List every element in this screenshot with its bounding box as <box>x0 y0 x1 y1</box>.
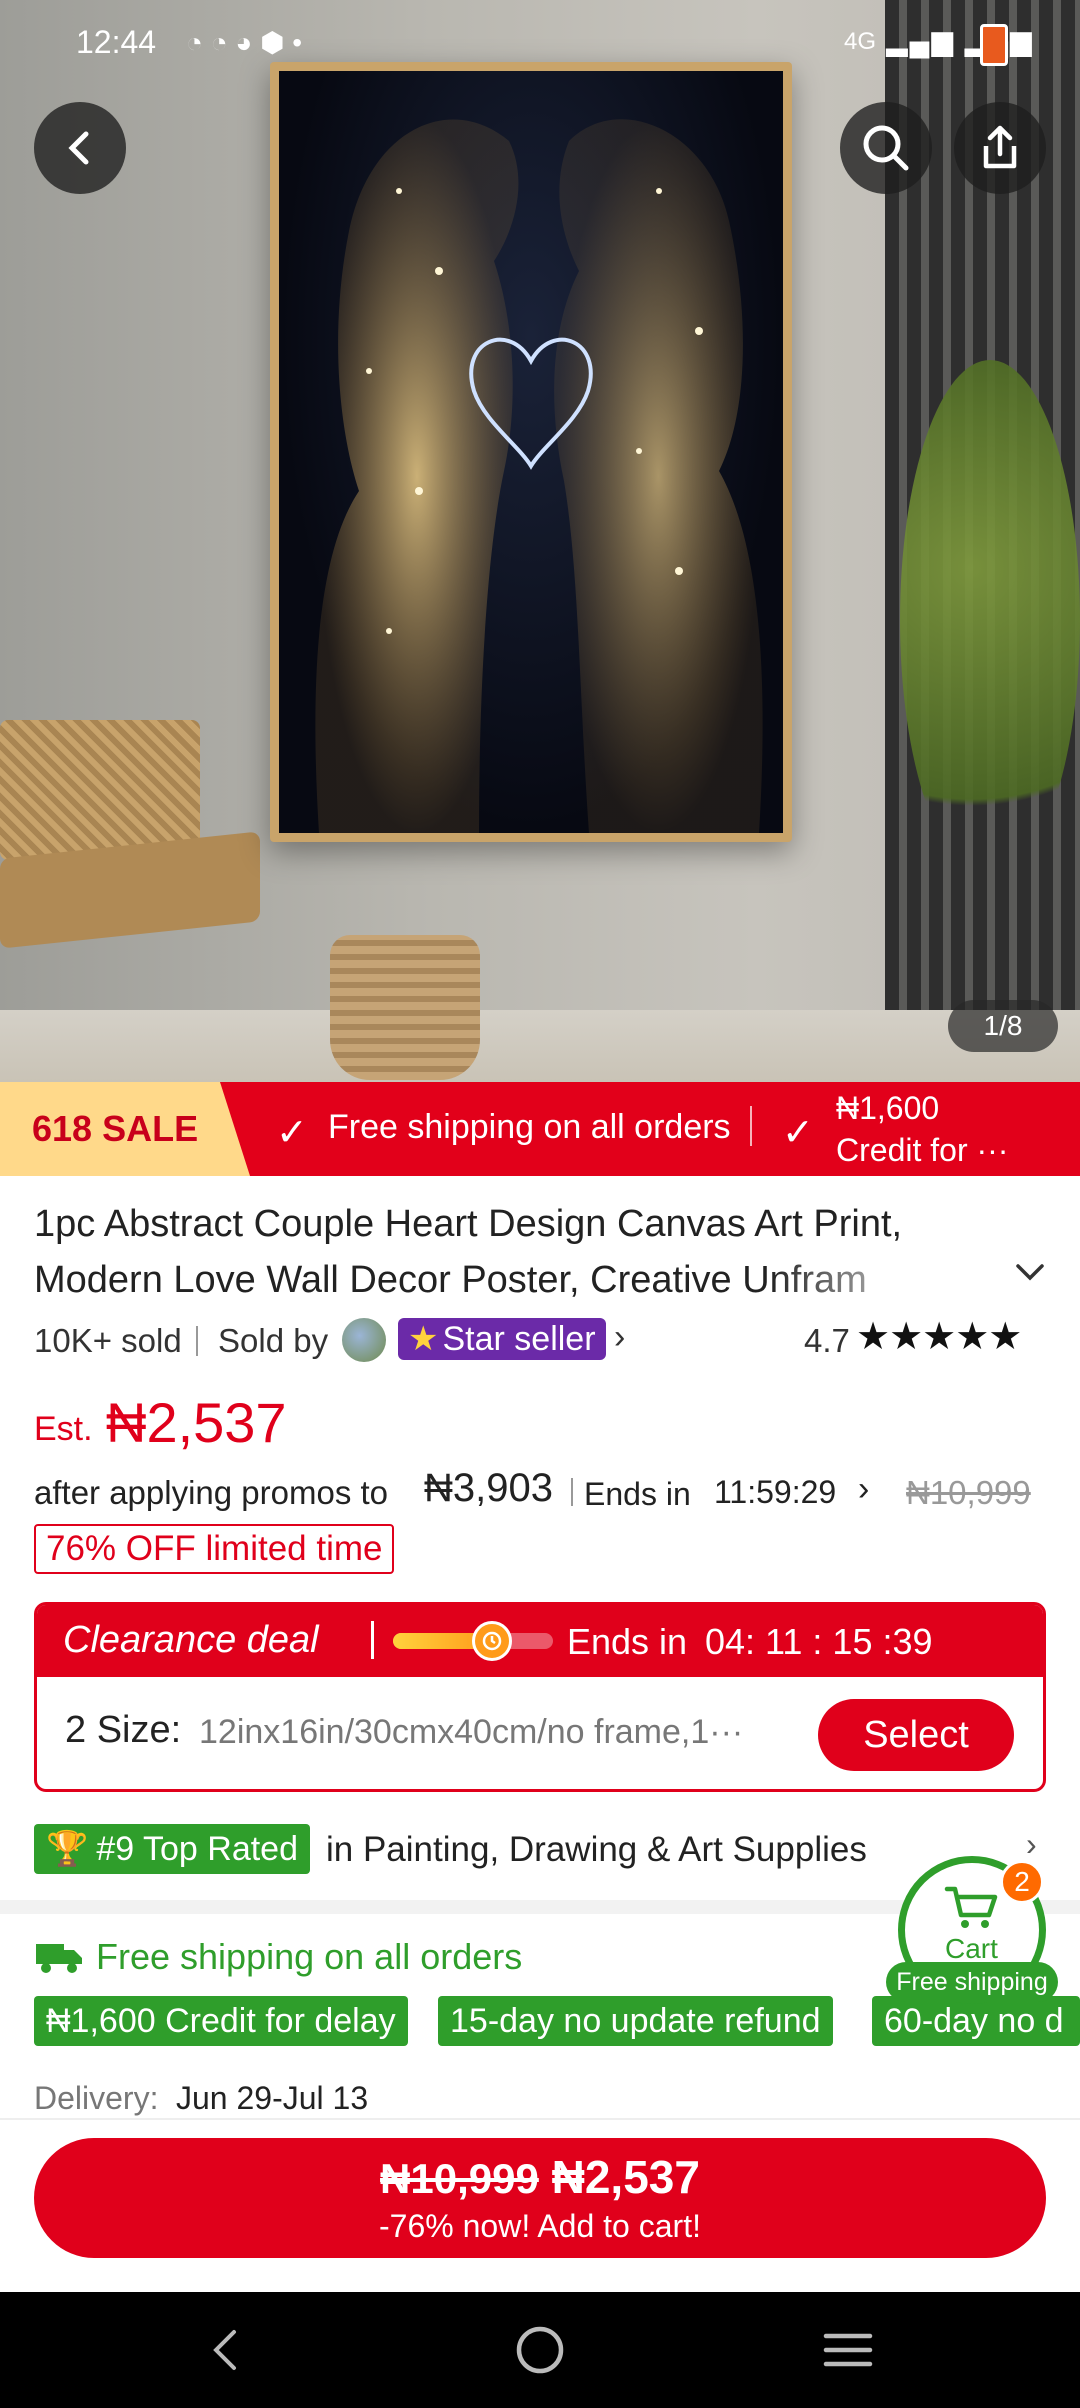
top-rated-badge[interactable]: 🏆 #9 Top Rated <box>34 1824 310 1874</box>
floor <box>0 1010 1080 1082</box>
benefit-credit-amount: ₦1,600 <box>836 1090 940 1126</box>
check-icon: ✓ <box>782 1112 814 1154</box>
clearance-ends-label: Ends in <box>567 1621 688 1662</box>
sale-tag: 618 SALE <box>0 1082 250 1176</box>
shipping-chip-credit: ₦1,600 Credit for delay <box>34 1996 408 2046</box>
est-label: Est. <box>34 1410 93 1448</box>
back-button[interactable] <box>34 102 126 194</box>
seller-avatar[interactable] <box>342 1318 386 1362</box>
nav-back-icon[interactable] <box>206 2326 246 2374</box>
chevron-left-icon <box>68 131 89 165</box>
discount-tag: 76% OFF limited time <box>34 1524 395 1574</box>
gallery-counter: 1/8 <box>948 1000 1058 1052</box>
cta-old-price: ₦10,999 <box>380 2155 539 2202</box>
cart-label: Cart <box>945 1933 998 1964</box>
rating-value: 4.7 <box>804 1322 850 1359</box>
ends-timer: 11:59:29 <box>714 1474 837 1510</box>
after-promos-label: after applying promos to <box>34 1474 389 1511</box>
nav-recents-icon[interactable] <box>822 2328 874 2372</box>
search-icon <box>863 125 909 171</box>
product-title[interactable]: 1pc Abstract Couple Heart Design Canvas … <box>34 1196 994 1308</box>
check-icon: ✓ <box>276 1112 308 1154</box>
shipping-chip-refund: 15-day no update refund <box>438 1996 833 2046</box>
sold-by-label: Sold by <box>218 1322 329 1359</box>
status-time: 12:44 <box>76 24 157 60</box>
clock-icon <box>472 1621 513 1661</box>
benefit-credit-label: Credit for ··· <box>836 1132 1009 1168</box>
canvas-artwork <box>279 71 783 833</box>
size-label: 2 Size: <box>65 1709 182 1751</box>
clearance-timer: 04: 11 : 15 :39 <box>705 1621 933 1662</box>
share-button[interactable] <box>954 102 1046 194</box>
product-title-line1: 1pc Abstract Couple Heart Design Canvas … <box>34 1203 903 1245</box>
chevron-right-icon[interactable]: › <box>858 1470 869 1509</box>
benefit-free-shipping: Free shipping on all orders <box>328 1108 731 1146</box>
delivery-label: Delivery: <box>34 2080 159 2116</box>
chevron-right-icon[interactable]: › <box>614 1318 625 1357</box>
chevron-down-icon[interactable] <box>1012 1260 1048 1284</box>
battery-icon <box>980 24 1008 66</box>
notification-icons: ◔ ◔ ◕ ⬢ • <box>186 27 303 58</box>
top-rated-label: #9 Top Rated <box>96 1829 298 1868</box>
star-seller-badge[interactable]: ★ Star seller <box>398 1318 606 1360</box>
divider <box>371 1621 374 1659</box>
rating-stars-icon[interactable]: ★★★★★ <box>856 1314 1022 1359</box>
clearance-header: Clearance deal Ends in 04: 11 : 15 :39 <box>37 1605 1043 1677</box>
share-icon <box>983 125 1017 169</box>
divider <box>196 1326 198 1356</box>
delivery-value: Jun 29-Jul 13 <box>176 2080 369 2116</box>
shipping-headline[interactable]: Free shipping on all orders <box>96 1936 522 1978</box>
cart-free-shipping-label: Free shipping <box>886 1962 1058 2002</box>
cta-price-line: ₦10,999 ₦2,537 <box>34 2150 1046 2204</box>
star-seller-icon: ★ <box>408 1320 439 1358</box>
cta-subtext: -76% now! Add to cart! <box>379 2208 701 2244</box>
clearance-title: Clearance deal <box>63 1619 319 1661</box>
size-value[interactable]: 12inx16in/30cmx40cm/no frame,1··· <box>199 1713 743 1752</box>
add-to-cart-button[interactable]: ₦10,999 ₦2,537 -76% now! Add to cart! <box>34 2138 1046 2258</box>
nav-home-icon[interactable] <box>514 2324 566 2376</box>
ends-label: Ends in <box>584 1476 691 1512</box>
divider <box>571 1478 573 1506</box>
chevron-right-icon[interactable]: › <box>1026 1826 1037 1863</box>
star-seller-label: Star seller <box>442 1319 596 1358</box>
ranking-category[interactable]: in Painting, Drawing & Art Supplies <box>326 1830 867 1870</box>
truck-icon <box>36 1944 82 1973</box>
product-image-gallery[interactable]: 12:44 ◔ ◔ ◕ ⬢ • 4G ▂▄▆ ▂▄▆ 1/8 <box>0 0 1080 1082</box>
divider <box>750 1106 752 1146</box>
original-price: ₦10,999 <box>906 1474 1031 1511</box>
promo-price: ₦3,903 <box>424 1466 553 1510</box>
signal-icon: ▂▄▆ ▂▄▆ <box>886 25 1034 56</box>
system-nav-bar <box>0 2292 1080 2408</box>
product-title-line2: Modern Love Wall Decor Poster, Creative … <box>34 1259 867 1301</box>
chair-back <box>0 720 200 860</box>
cta-new-price: ₦2,537 <box>551 2151 700 2203</box>
status-bar: 12:44 ◔ ◔ ◕ ⬢ • 4G ▂▄▆ ▂▄▆ <box>0 0 1080 88</box>
sale-strip[interactable]: 618 SALE ✓ Free shipping on all orders ✓… <box>0 1082 1080 1176</box>
plant-decoration <box>900 360 1080 880</box>
basket <box>330 935 480 1080</box>
trophy-icon: 🏆 <box>46 1830 89 1868</box>
network-indicator: 4G <box>844 28 877 55</box>
search-button[interactable] <box>840 102 932 194</box>
sold-count: 10K+ sold <box>34 1322 182 1359</box>
divider <box>0 2118 1080 2120</box>
est-price: ₦2,537 <box>106 1391 287 1454</box>
cart-icon <box>944 1886 998 1928</box>
select-size-button[interactable]: Select <box>818 1699 1014 1771</box>
cart-count-badge: 2 <box>1000 1860 1044 1904</box>
